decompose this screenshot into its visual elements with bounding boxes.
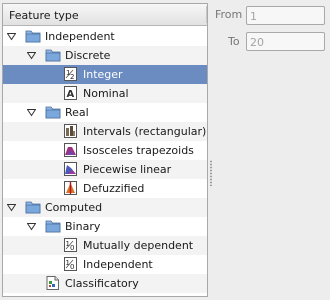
- from-field[interactable]: [246, 6, 325, 25]
- tree-node-label: Independent: [45, 30, 115, 43]
- to-field[interactable]: [246, 32, 325, 51]
- svg-text:A: A: [67, 89, 75, 100]
- tree-node-trapezoids[interactable]: Isosceles trapezoids: [3, 141, 207, 160]
- tree-node-nominal[interactable]: A Nominal: [3, 84, 207, 103]
- tree-node-binary[interactable]: Binary: [3, 217, 207, 236]
- folder-open-icon: [45, 220, 61, 233]
- tree-node-computed[interactable]: Computed: [3, 198, 207, 217]
- tree-node-label: Mutually dependent: [83, 239, 194, 252]
- svg-text:0: 0: [70, 244, 74, 252]
- expander-expanded-icon[interactable]: [27, 51, 36, 60]
- header-separator: [206, 6, 207, 23]
- nominal-feature-icon: A: [64, 86, 77, 100]
- folder-open-icon: [45, 49, 61, 62]
- binary-feature-icon: 10: [64, 238, 77, 252]
- tree-node-label: Isosceles trapezoids: [83, 144, 194, 157]
- tree-node-classificatory[interactable]: Classificatory: [3, 274, 207, 293]
- binary-feature-icon: 10: [64, 257, 77, 271]
- tree-node-label: Intervals (rectangular): [83, 125, 207, 138]
- pane-splitter-handle[interactable]: [210, 160, 212, 186]
- tree-node-integer[interactable]: 12 Integer: [3, 65, 207, 84]
- to-label: To: [228, 35, 240, 48]
- tree-node-label: Independent: [83, 258, 153, 271]
- tree-node-label: Computed: [45, 201, 103, 214]
- tree-node-label: Real: [65, 106, 89, 119]
- tree-column-header-label: Feature type: [9, 9, 79, 22]
- folder-open-icon: [45, 106, 61, 119]
- tree-node-label: Defuzzified: [83, 182, 145, 195]
- classificatory-feature-icon: [46, 276, 59, 290]
- tree-column-header[interactable]: Feature type: [3, 4, 207, 26]
- feature-type-tree[interactable]: Feature type Independent Discrete 12 Int…: [2, 3, 208, 297]
- tree-node-label: Binary: [65, 220, 101, 233]
- trapezoid-feature-icon: [64, 143, 77, 157]
- folder-open-icon: [25, 201, 41, 214]
- tree-node-piecewise-linear[interactable]: Piecewise linear: [3, 160, 207, 179]
- expander-expanded-icon[interactable]: [7, 203, 16, 212]
- integer-feature-icon: 12: [64, 67, 77, 81]
- expander-expanded-icon[interactable]: [7, 32, 16, 41]
- expander-expanded-icon[interactable]: [27, 222, 36, 231]
- tree-node-independent[interactable]: Independent: [3, 27, 207, 46]
- tree-node-real[interactable]: Real: [3, 103, 207, 122]
- tree-node-label: Classificatory: [65, 277, 139, 290]
- tree-node-label: Integer: [83, 68, 123, 81]
- intervals-feature-icon: [64, 124, 77, 138]
- defuzzified-feature-icon: [64, 181, 77, 195]
- expander-expanded-icon[interactable]: [27, 108, 36, 117]
- tree-node-label: Nominal: [83, 87, 129, 100]
- from-label: From: [215, 8, 243, 21]
- svg-text:2: 2: [70, 73, 74, 81]
- tree-node-discrete[interactable]: Discrete: [3, 46, 207, 65]
- piecewise-linear-feature-icon: [64, 162, 77, 176]
- tree-node-defuzzified[interactable]: Defuzzified: [3, 179, 207, 198]
- svg-text:0: 0: [70, 263, 74, 271]
- tree-node-mutually-dependent[interactable]: 10 Mutually dependent: [3, 236, 207, 255]
- tree-node-label: Discrete: [65, 49, 111, 62]
- tree-node-binary-independent[interactable]: 10 Independent: [3, 255, 207, 274]
- tree-node-label: Piecewise linear: [83, 163, 172, 176]
- folder-open-icon: [25, 30, 41, 43]
- tree-node-intervals[interactable]: Intervals (rectangular): [3, 122, 207, 141]
